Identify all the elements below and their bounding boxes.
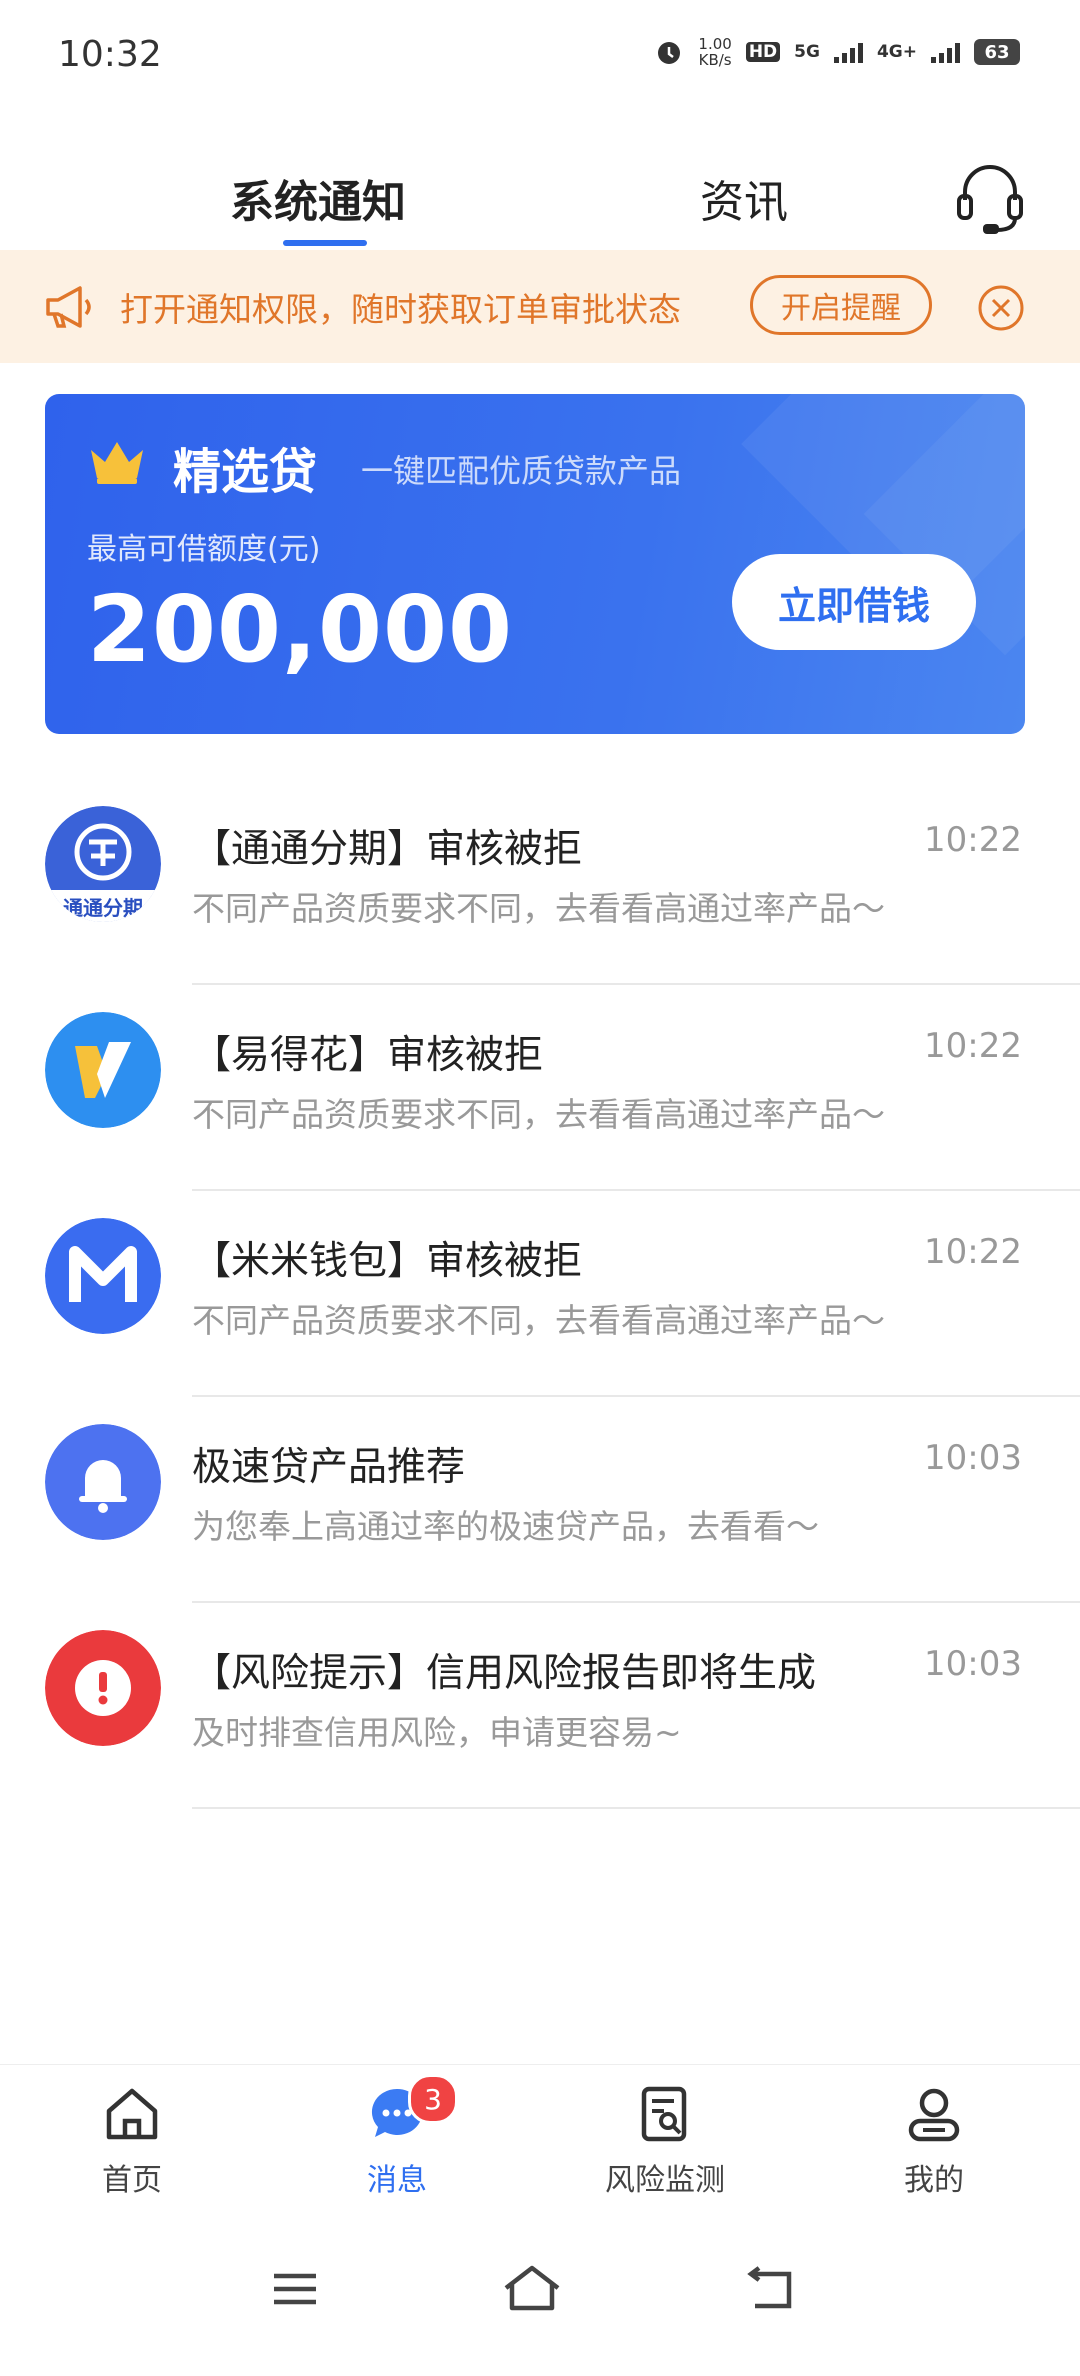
avatar-caption: 通通分期 [63, 896, 143, 920]
message-time: 10:22 [924, 1232, 1022, 1272]
notification-permission-banner: 打开通知权限，随时获取订单审批状态 开启提醒 [0, 250, 1080, 363]
list-item[interactable]: 【米米钱包】审核被拒 10:22 不同产品资质要求不同，去看看高通过率产品～ [0, 1190, 1080, 1397]
list-item[interactable]: 【风险提示】信用风险报告即将生成 10:03 及时排查信用风险，申请更容易~ [0, 1602, 1080, 1809]
network-speed: 1.00 KB/s [698, 35, 732, 69]
alarm-icon [658, 42, 681, 64]
active-tab-indicator [283, 240, 367, 246]
avatar: 通通分期 [45, 806, 161, 922]
user-icon [908, 2088, 960, 2142]
message-time: 10:22 [924, 1026, 1022, 1066]
message-desc: 不同产品资质要求不同，去看看高通过率产品～ [192, 1095, 885, 1134]
list-item[interactable]: 通通分期 【通通分期】审核被拒 10:22 不同产品资质要求不同，去看看高通过率… [0, 778, 1080, 985]
signal-5g-label: 5G [794, 42, 820, 62]
enable-reminder-button[interactable]: 开启提醒 [750, 275, 932, 335]
tab-system-notice[interactable]: 系统通知 [230, 166, 406, 230]
megaphone-icon [46, 286, 91, 328]
document-search-icon [641, 2086, 687, 2142]
tab-news[interactable]: 资讯 [700, 166, 788, 230]
yidehua-logo-icon [45, 1012, 161, 1128]
unread-badge: 3 [408, 2074, 458, 2124]
hd-icon: HD [745, 42, 781, 62]
nav-messages[interactable]: 消息 [307, 2083, 487, 2199]
system-home-icon[interactable] [502, 2264, 562, 2314]
back-icon[interactable] [745, 2264, 795, 2314]
list-item[interactable]: 极速贷产品推荐 10:03 为您奉上高通过率的极速贷产品，去看看～ [0, 1396, 1080, 1603]
warning-icon [45, 1630, 161, 1746]
avatar [45, 1630, 161, 1746]
system-navigation-bar [0, 2214, 1080, 2376]
message-desc: 不同产品资质要求不同，去看看高通过率产品～ [192, 889, 885, 928]
mimi-wallet-logo-icon [45, 1218, 161, 1334]
borrow-now-button[interactable]: 立即借钱 [732, 554, 976, 650]
message-desc: 及时排查信用风险，申请更容易~ [192, 1713, 682, 1752]
signal-4g-label: 4G+ [876, 42, 917, 62]
top-tabs: 系统通知 资讯 [0, 150, 1080, 250]
signal-bars-icon [833, 41, 863, 63]
nav-risk-monitor[interactable]: 风险监测 [575, 2083, 755, 2199]
status-icons: 1.00 KB/s HD 5G 4G+ 63 [654, 36, 1020, 68]
message-title: 【通通分期】审核被拒 [192, 827, 583, 872]
status-bar: 10:32 1.00 KB/s HD 5G 4G+ 63 [0, 0, 1080, 110]
avatar [45, 1218, 161, 1334]
message-title: 【米米钱包】审核被拒 [192, 1239, 583, 1284]
avatar [45, 1424, 161, 1540]
menu-icon[interactable] [270, 2264, 320, 2314]
max-amount-value: 200,000 [87, 576, 514, 683]
battery-icon: 63 [974, 39, 1020, 65]
message-desc: 不同产品资质要求不同，去看看高通过率产品～ [192, 1301, 885, 1340]
status-time: 10:32 [58, 34, 162, 75]
message-desc: 为您奉上高通过率的极速贷产品，去看看～ [192, 1507, 819, 1546]
message-time: 10:22 [924, 820, 1022, 860]
message-time: 10:03 [924, 1438, 1022, 1478]
nav-home[interactable]: 首页 [42, 2083, 222, 2199]
list-item[interactable]: 【易得花】审核被拒 10:22 不同产品资质要求不同，去看看高通过率产品～ [0, 984, 1080, 1191]
card-subtitle: 一键匹配优质贷款产品 [361, 452, 682, 490]
notify-banner-text: 打开通知权限，随时获取订单审批状态 [120, 290, 681, 329]
crown-icon [91, 442, 143, 484]
message-title: 【易得花】审核被拒 [192, 1033, 544, 1078]
signal-bars-icon [931, 41, 960, 63]
max-amount-label: 最高可借额度(元) [87, 532, 321, 567]
message-title: 【风险提示】信用风险报告即将生成 [192, 1651, 817, 1696]
message-time: 10:03 [924, 1644, 1022, 1684]
customer-service-icon[interactable] [955, 162, 1025, 238]
home-icon [106, 2088, 158, 2140]
card-title: 精选贷 [173, 444, 318, 500]
bottom-navigation: 首页 消息 风险监测 我的 [0, 2064, 1080, 2215]
close-icon[interactable] [976, 283, 1026, 333]
divider [192, 1807, 1080, 1809]
message-title: 极速贷产品推荐 [192, 1445, 466, 1490]
nav-mine[interactable]: 我的 [844, 2083, 1024, 2199]
nav-messages-label: 消息 [367, 2163, 427, 2198]
nav-home-label: 首页 [102, 2163, 162, 2198]
loan-promo-card[interactable]: 精选贷 一键匹配优质贷款产品 最高可借额度(元) 200,000 立即借钱 [45, 394, 1025, 734]
nav-risk-label: 风险监测 [605, 2163, 725, 2198]
avatar [45, 1012, 161, 1128]
bell-icon [45, 1424, 161, 1540]
nav-mine-label: 我的 [904, 2163, 964, 2198]
